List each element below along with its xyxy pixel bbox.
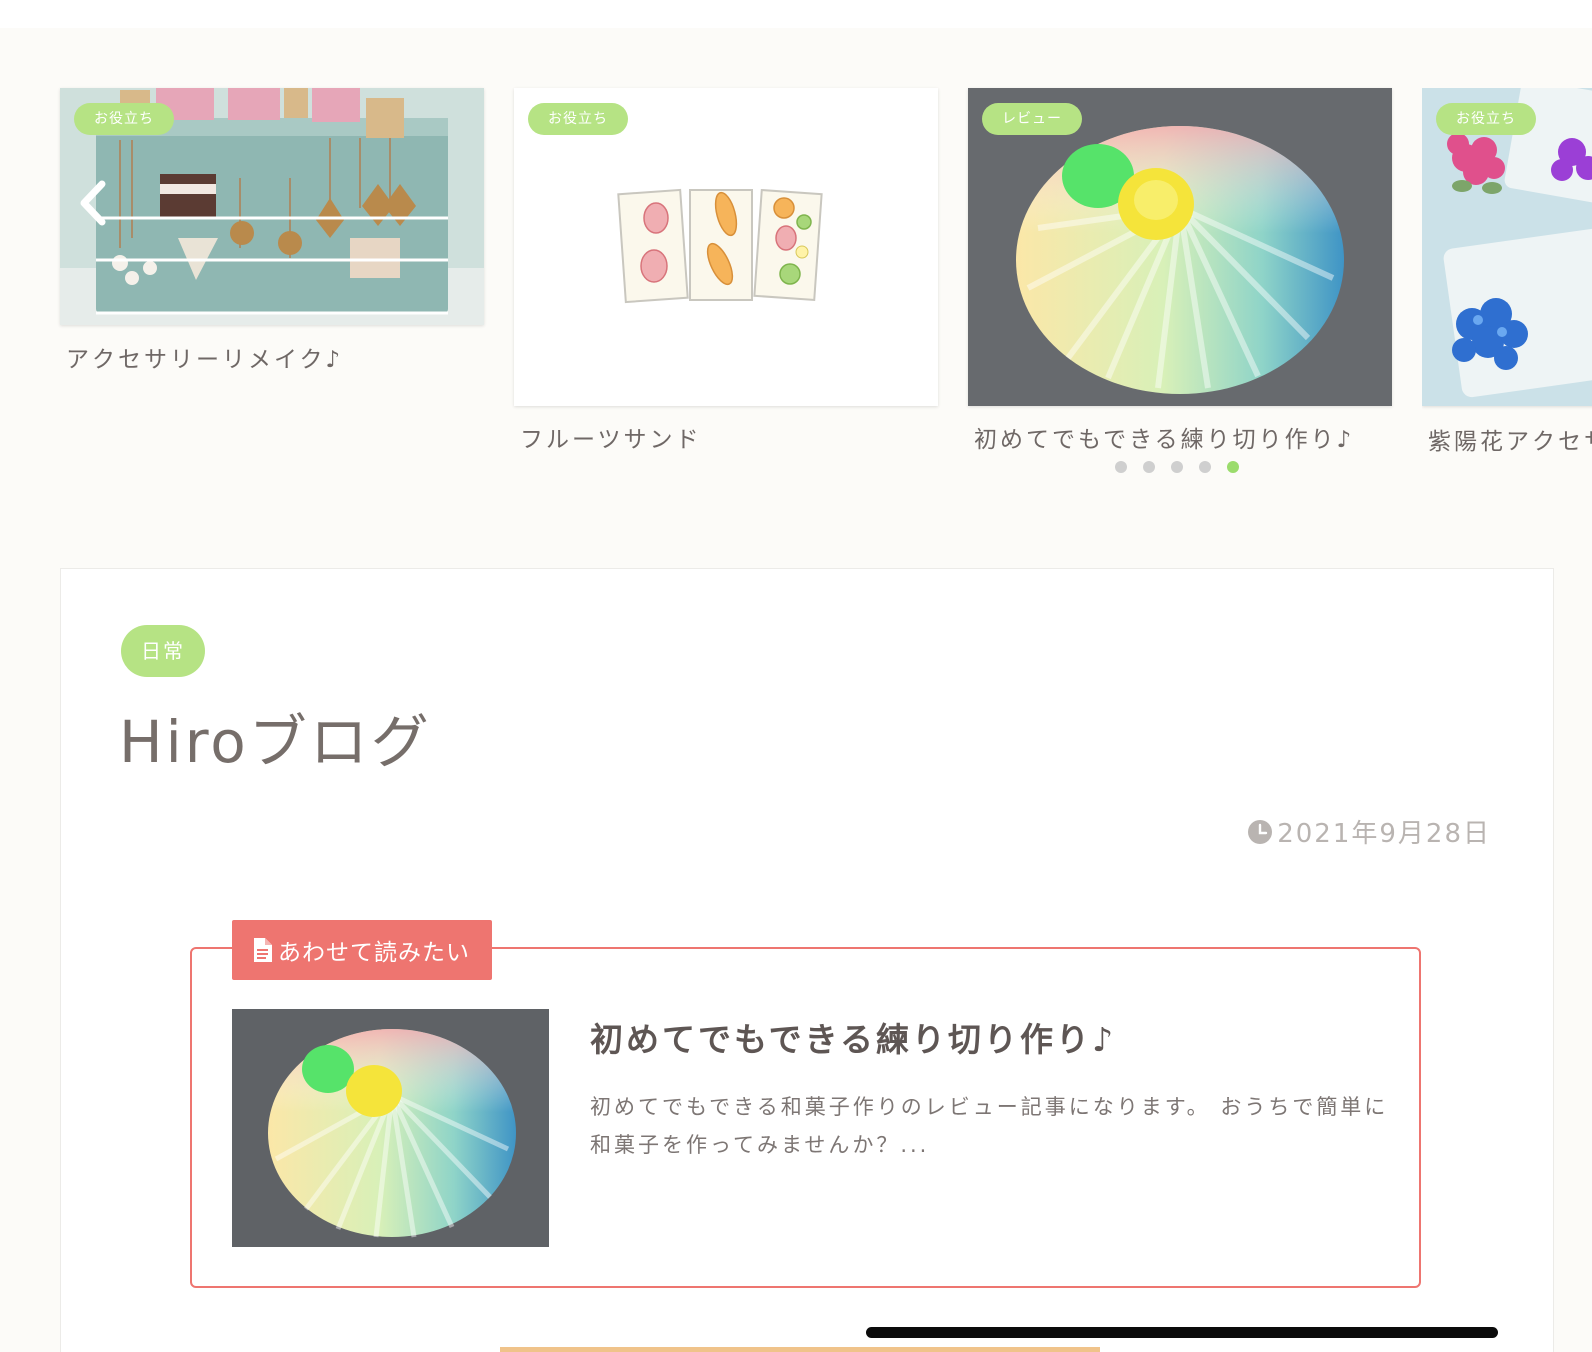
related-post-label-text: あわせて読みたい <box>278 940 470 966</box>
bottom-accent-bar <box>500 1347 1100 1352</box>
home-indicator[interactable] <box>866 1327 1498 1338</box>
related-post-excerpt: 初めてでもできる和菓子作りのレビュー記事になります。 おうちで簡単に和菓子を作っ… <box>590 1095 1389 1157</box>
slide-thumbnail[interactable] <box>514 88 938 406</box>
document-icon <box>254 938 272 962</box>
article-card: 日常 Hiroブログ 2021年9月28日 あわせて読みたい 初めてでもできる練… <box>60 568 1554 1352</box>
post-carousel: お役立ち アクセサリーリメイク♪ お役立ち フルーツサンド レビュー 初めてでも… <box>0 0 1592 500</box>
related-post-box: あわせて読みたい 初めてでもできる練り切り作り♪ 初めてでもできる和菓子作りのレ… <box>190 920 1421 1288</box>
slide-category-badge: レビュー <box>982 103 1082 135</box>
carousel-prev-button[interactable] <box>74 178 114 228</box>
post-date-text: 2021年9月28日 <box>1277 819 1491 849</box>
slide-thumbnail[interactable] <box>1422 88 1592 406</box>
carousel-dot[interactable] <box>1171 461 1183 473</box>
post-date: 2021年9月28日 <box>1247 813 1491 850</box>
carousel-slide[interactable]: お役立ち アクセサリーリメイク♪ <box>60 88 484 388</box>
slide-title[interactable]: フルーツサンド <box>520 420 702 454</box>
chevron-left-icon <box>80 180 106 226</box>
slide-category-badge: お役立ち <box>528 103 628 135</box>
slide-title[interactable]: 初めてでもできる練り切り作り♪ <box>974 420 1354 454</box>
related-post-label: あわせて読みたい <box>232 920 492 980</box>
related-post-thumbnail[interactable] <box>232 1009 549 1247</box>
carousel-slide[interactable]: レビュー 初めてでもできる練り切り作り♪ <box>968 88 1392 458</box>
carousel-dot[interactable] <box>1143 461 1155 473</box>
carousel-dot-active[interactable] <box>1227 461 1239 473</box>
slide-title[interactable]: 紫陽花アクセサ <box>1428 422 1592 456</box>
carousel-dot[interactable] <box>1115 461 1127 473</box>
carousel-slide[interactable]: お役立ち フルーツサンド <box>514 88 938 458</box>
slide-category-badge: お役立ち <box>1436 103 1536 135</box>
slide-category-badge: お役立ち <box>74 103 174 135</box>
slide-title[interactable]: アクセサリーリメイク♪ <box>66 340 343 374</box>
related-post-title[interactable]: 初めてでもできる練り切り作り♪ <box>590 1013 1116 1061</box>
page-title: Hiroブログ <box>119 708 432 776</box>
post-category-badge[interactable]: 日常 <box>121 625 205 677</box>
clock-icon <box>1248 819 1273 844</box>
slide-thumbnail[interactable] <box>968 88 1392 406</box>
carousel-slide[interactable]: お役立ち 紫陽花アクセサ <box>1422 88 1592 458</box>
carousel-dot[interactable] <box>1199 461 1211 473</box>
carousel-pagination <box>1115 461 1239 473</box>
